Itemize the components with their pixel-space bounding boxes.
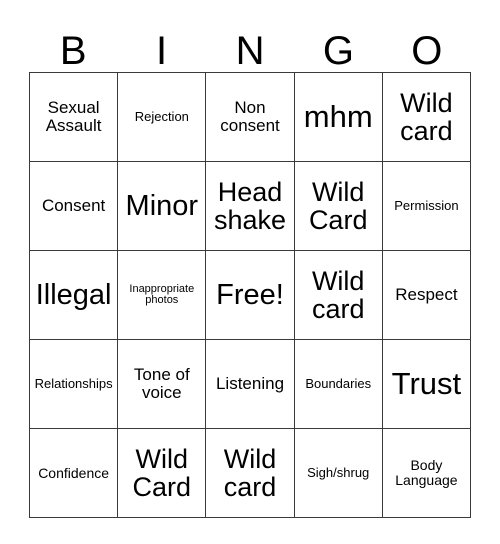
- bingo-cell[interactable]: Boundaries: [294, 340, 383, 429]
- bingo-row: Sexual Assault Rejection Non consent mhm…: [30, 73, 472, 162]
- bingo-cell-label: Free!: [216, 278, 284, 311]
- bingo-cell[interactable]: Relationships: [30, 340, 119, 429]
- bingo-cell[interactable]: Listening: [206, 340, 295, 429]
- header-letter-i: I: [156, 29, 168, 73]
- bingo-cell-label: Wild card: [311, 265, 365, 324]
- bingo-cell-label: Wild Card: [132, 443, 192, 502]
- bingo-cell[interactable]: Rejection: [118, 73, 207, 162]
- bingo-cell-label: Sigh/shrug: [307, 465, 370, 481]
- bingo-cell[interactable]: Inappropriate photos: [118, 251, 207, 340]
- bingo-cell[interactable]: Consent: [30, 162, 119, 251]
- bingo-cell-label: Wild card: [223, 443, 277, 502]
- bingo-grid: Sexual Assault Rejection Non consent mhm…: [29, 72, 472, 518]
- bingo-cell-label: Permission: [394, 198, 459, 214]
- header-letter-n: N: [235, 29, 265, 73]
- bingo-cell[interactable]: Head shake: [206, 162, 295, 251]
- bingo-cell[interactable]: mhm: [294, 73, 383, 162]
- bingo-cell-label: Confidence: [38, 464, 110, 481]
- bingo-cell[interactable]: Wild card: [382, 73, 472, 162]
- bingo-cell[interactable]: Tone of voice: [118, 340, 207, 429]
- header-letter-b: B: [59, 29, 87, 73]
- bingo-cell-label: Consent: [41, 196, 106, 216]
- bingo-cell-label: Wild Card: [308, 176, 368, 235]
- bingo-cell-label: Relationships: [34, 376, 113, 392]
- bingo-cell[interactable]: Wild card: [206, 429, 295, 518]
- header-letter-g: G: [322, 29, 354, 73]
- bingo-card: B I N G O Sexual Assault Rejection Non c…: [29, 18, 472, 518]
- header-letter-o: O: [411, 29, 443, 73]
- bingo-cell-label: Tone of voice: [133, 365, 190, 402]
- bingo-cell[interactable]: Sexual Assault: [30, 73, 119, 162]
- bingo-cell-label: mhm: [303, 98, 373, 134]
- bingo-cell-label: Respect: [395, 285, 458, 305]
- bingo-cell-label: Trust: [391, 365, 462, 401]
- bingo-cell-label: Boundaries: [305, 376, 372, 392]
- bingo-cell[interactable]: Non consent: [206, 73, 295, 162]
- bingo-cell[interactable]: Wild Card: [118, 429, 207, 518]
- bingo-cell[interactable]: Wild Card: [294, 162, 383, 251]
- bingo-cell[interactable]: Wild card: [294, 251, 383, 340]
- bingo-cell-label: Non consent: [220, 98, 280, 135]
- bingo-row: Confidence Wild Card Wild card Sigh/shru…: [30, 429, 472, 518]
- bingo-cell[interactable]: Confidence: [30, 429, 119, 518]
- bingo-row: Consent Minor Head shake Wild Card Permi…: [30, 162, 472, 251]
- bingo-cell-label: Illegal: [35, 278, 112, 311]
- bingo-cell-label: Body Language: [395, 457, 458, 488]
- bingo-cell-label: Rejection: [134, 109, 189, 125]
- bingo-cell-label: Inappropriate photos: [129, 282, 195, 306]
- bingo-header: B I N G O: [29, 18, 471, 72]
- bingo-cell[interactable]: Trust: [382, 340, 472, 429]
- bingo-cell[interactable]: Sigh/shrug: [294, 429, 383, 518]
- bingo-cell[interactable]: Permission: [382, 162, 472, 251]
- bingo-cell[interactable]: Body Language: [382, 429, 472, 518]
- bingo-cell-label: Head shake: [213, 176, 287, 235]
- bingo-cell-free[interactable]: Free!: [206, 251, 295, 340]
- bingo-cell-label: Sexual Assault: [45, 98, 102, 135]
- bingo-cell[interactable]: Respect: [382, 251, 472, 340]
- bingo-row: Illegal Inappropriate photos Free! Wild …: [30, 251, 472, 340]
- bingo-cell[interactable]: Illegal: [30, 251, 119, 340]
- bingo-row: Relationships Tone of voice Listening Bo…: [30, 340, 472, 429]
- bingo-cell[interactable]: Minor: [118, 162, 207, 251]
- bingo-cell-label: Minor: [125, 189, 199, 222]
- bingo-cell-label: Listening: [215, 374, 285, 394]
- bingo-cell-label: Wild card: [400, 87, 453, 146]
